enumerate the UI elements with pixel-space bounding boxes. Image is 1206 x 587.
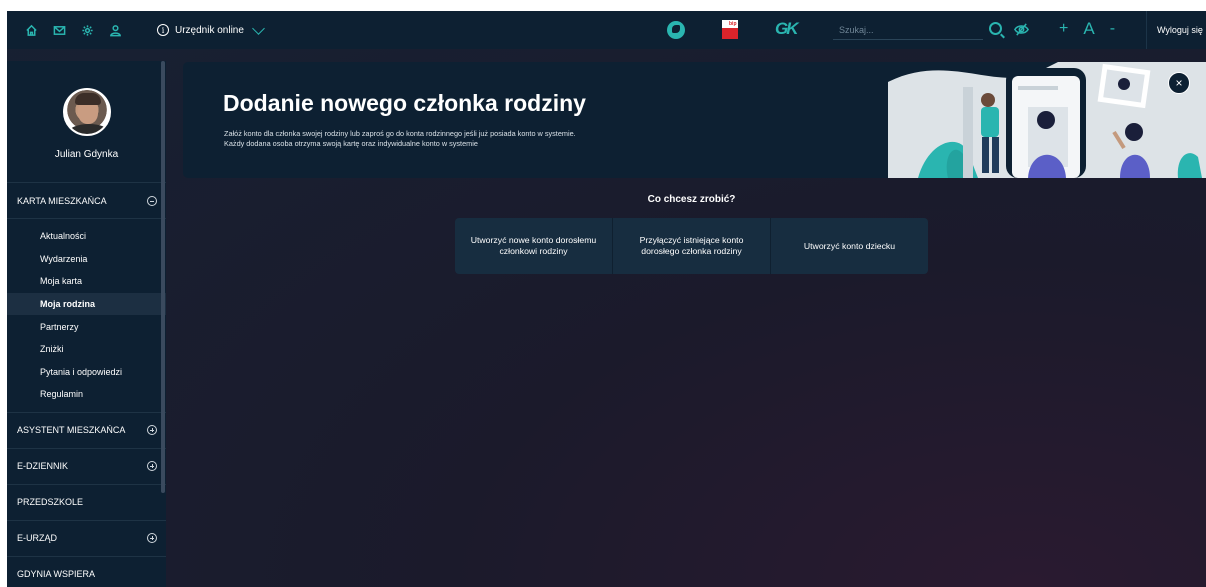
sidebar-section-label: PRZEDSZKOLE [17,497,84,508]
app-window: i Urzędnik online bip GK Szukaj... + A -… [7,11,1206,587]
search-icon[interactable] [989,22,1002,35]
sidebar-section-label: E-URZĄD [17,533,57,544]
sidebar-section-przedszkole[interactable]: PRZEDSZKOLE [7,485,166,521]
font-size-button[interactable]: A [1083,19,1094,39]
sidebar-section-gdynia-wspiera[interactable]: GDYNIA WSPIERA [7,557,166,587]
settings-icon[interactable] [73,11,101,49]
sidebar-item-aktualnosci[interactable]: Aktualności [7,225,166,248]
page-title: Dodanie nowego członka rodziny [223,90,586,116]
logout-button[interactable]: Wyloguj się [1146,11,1206,49]
avatar[interactable] [62,88,111,136]
sidebar-item-moja-rodzina[interactable]: Moja rodzina [7,292,166,316]
karta-submenu: Aktualności Wydarzenia Moja karta Moja r… [7,219,166,413]
expand-icon[interactable] [147,425,157,436]
top-icon-group [7,11,129,49]
home-icon[interactable] [17,11,45,49]
decrease-font-button[interactable]: - [1110,20,1115,38]
eye-off-icon[interactable] [1013,21,1030,38]
sidebar-item-moja-karta[interactable]: Moja karta [7,270,166,293]
sidebar-scrollbar[interactable] [161,61,165,493]
family-illustration [888,62,1206,178]
question-heading: Co chcesz zrobić? [647,194,736,205]
create-adult-account-option[interactable]: Utworzyć nowe konto dorosłemu członkowi … [455,218,613,274]
sidebar-section-e-urzad[interactable]: E-URZĄD [7,521,166,557]
sidebar-item-wydarzenia[interactable]: Wydarzenia [7,248,166,271]
link-existing-account-option[interactable]: Przyłączyć istniejące konto dorosłego cz… [613,218,771,274]
choice-label: Utworzyć konto dziecku [803,240,896,251]
increase-font-button[interactable]: + [1059,20,1068,38]
sidebar-section-karta-mieszkanca[interactable]: KARTA MIESZKAŃCA [7,183,166,219]
banner-desc-line-2: Każdy dodana osoba otrzyma swoją kartę o… [224,139,478,148]
clerk-online-label: Urzędnik online [175,24,244,36]
banner-desc-line-1: Załóż konto dla członka swojej rodziny l… [224,129,576,138]
sidebar-item-pytania[interactable]: Pytania i odpowiedzi [7,361,166,384]
collapse-icon[interactable] [147,195,157,206]
header-banner: Dodanie nowego członka rodziny Załóż kon… [183,62,1206,178]
sidebar-section-asystent[interactable]: ASYSTENT MIESZKAŃCA [7,413,166,449]
sidebar: Julian Gdynka KARTA MIESZKAŃCA Aktualnoś… [7,61,166,587]
profile-name: Julian Gdynka [54,149,119,160]
sidebar-section-label: E-DZIENNIK [17,461,69,472]
choice-label: Utworzyć nowe konto dorosłemu członkowi … [470,235,597,256]
accessibility-tools: + A - [1059,19,1115,39]
sidebar-section-label: KARTA MIESZKAŃCA [17,195,107,206]
sidebar-section-label: GDYNIA WSPIERA [17,569,96,580]
info-icon: i [157,24,169,36]
flag-logo-icon[interactable]: bip [722,20,738,39]
top-bar: i Urzędnik online bip GK Szukaj... + A -… [7,11,1206,49]
sidebar-section-e-dziennik[interactable]: E-DZIENNIK [7,449,166,485]
profile-card: Julian Gdynka [7,61,166,183]
close-button[interactable]: × [1168,72,1190,94]
sidebar-item-partnerzy[interactable]: Partnerzy [7,315,166,338]
choice-label: Przyłączyć istniejące konto dorosłego cz… [639,235,744,256]
clerk-online-dropdown[interactable]: i Urzędnik online [157,21,265,36]
sidebar-item-regulamin[interactable]: Regulamin [7,383,166,406]
chevron-down-icon [252,21,265,35]
expand-icon[interactable] [147,461,157,472]
sidebar-item-znizki[interactable]: Zniżki [7,338,166,361]
user-icon[interactable] [101,11,129,49]
logout-label: Wyloguj się [1157,25,1203,35]
gk-logo-icon[interactable]: GK [775,19,798,39]
create-child-account-option[interactable]: Utworzyć konto dziecku [771,218,928,274]
search-input[interactable]: Szukaj... [833,20,983,40]
choice-group: Utworzyć nowe konto dorosłemu członkowi … [455,218,928,274]
gdynia-logo-icon[interactable] [667,21,685,39]
expand-icon[interactable] [147,533,157,544]
sidebar-section-label: ASYSTENT MIESZKAŃCA [17,425,126,436]
banner-description: Załóż konto dla członka swojej rodziny l… [224,129,576,149]
mail-icon[interactable] [45,11,73,49]
